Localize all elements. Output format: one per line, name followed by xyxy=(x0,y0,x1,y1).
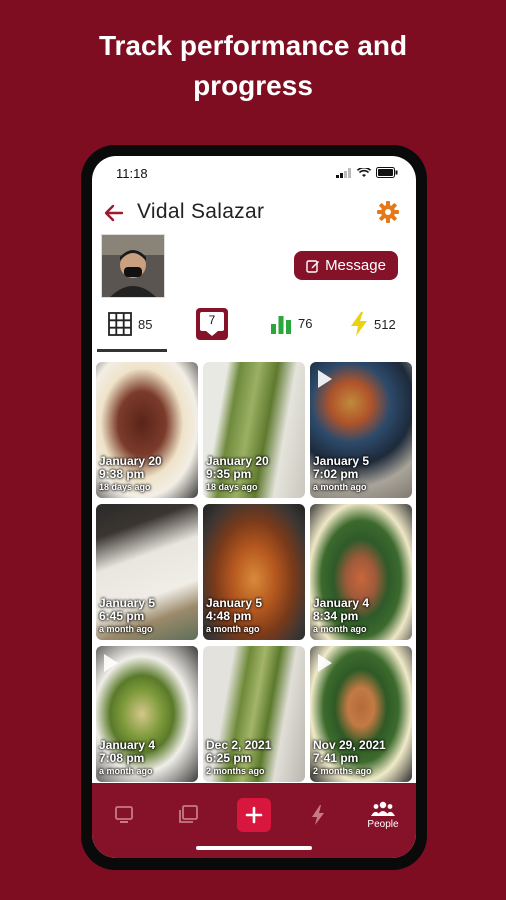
status-time: 11:18 xyxy=(116,166,148,181)
post-time: 8:34 pm xyxy=(313,609,359,623)
bottom-nav: People xyxy=(92,783,416,858)
nav-people-label: People xyxy=(367,818,399,830)
post-ago: 18 days ago xyxy=(99,482,151,492)
tab-energy[interactable]: 512 xyxy=(350,312,396,336)
post-tile[interactable]: January 5 6:45 pm a month ago xyxy=(96,504,198,640)
profile-header: Vidal Salazar xyxy=(92,196,416,232)
nav-add[interactable] xyxy=(234,795,274,835)
stack-icon xyxy=(179,805,198,823)
status-icons xyxy=(336,167,398,178)
post-caption: January 4 7:08 pm a month ago xyxy=(99,739,155,778)
post-caption: Dec 2, 2021 6:25 pm 2 months ago xyxy=(206,739,271,778)
post-time: 4:48 pm xyxy=(206,609,252,623)
post-tile[interactable]: January 20 9:35 pm 18 days ago xyxy=(203,362,305,498)
post-caption: January 4 8:34 pm a month ago xyxy=(313,597,369,636)
post-tile[interactable]: January 4 7:08 pm a month ago xyxy=(96,646,198,782)
post-tile[interactable]: January 4 8:34 pm a month ago xyxy=(310,504,412,640)
post-ago: 18 days ago xyxy=(206,482,258,492)
energy-count: 512 xyxy=(374,316,396,332)
post-time: 9:38 pm xyxy=(99,467,145,481)
post-ago: a month ago xyxy=(313,482,367,492)
post-caption: January 5 7:02 pm a month ago xyxy=(313,455,369,494)
post-ago: 2 months ago xyxy=(206,766,265,776)
post-tile[interactable]: January 5 4:48 pm a month ago xyxy=(203,504,305,640)
nav-energy[interactable] xyxy=(298,795,338,835)
home-indicator xyxy=(196,846,312,850)
nav-people[interactable]: People xyxy=(363,795,403,835)
people-icon xyxy=(371,801,395,816)
gear-icon[interactable] xyxy=(376,200,400,224)
app-screen: 11:18 Vidal Salazar Message 85 7 76 512 … xyxy=(92,156,416,858)
post-tile[interactable]: Nov 29, 2021 7:41 pm 2 months ago xyxy=(310,646,412,782)
grid-icon xyxy=(108,312,132,336)
message-button-label: Message xyxy=(325,257,386,274)
tab-inbox[interactable]: 7 xyxy=(196,308,228,340)
signal-icon xyxy=(336,167,351,178)
post-caption: January 5 6:45 pm a month ago xyxy=(99,597,155,636)
post-ago: 2 months ago xyxy=(313,766,372,776)
tab-stats[interactable]: 76 xyxy=(270,312,312,334)
promo-headline-line2: progress xyxy=(193,70,313,101)
message-button[interactable]: Message xyxy=(294,251,398,280)
avatar[interactable] xyxy=(101,234,165,298)
post-time: 7:41 pm xyxy=(313,751,359,765)
edit-icon xyxy=(306,259,320,273)
post-caption: Nov 29, 2021 7:41 pm 2 months ago xyxy=(313,739,386,778)
promo-headline-line1: Track performance and xyxy=(98,30,408,61)
post-time: 7:08 pm xyxy=(99,751,145,765)
post-caption: January 5 4:48 pm a month ago xyxy=(206,597,262,636)
wifi-icon xyxy=(357,167,371,177)
play-icon xyxy=(104,654,118,672)
post-time: 7:02 pm xyxy=(313,467,359,481)
post-ago: a month ago xyxy=(313,624,367,634)
play-icon xyxy=(318,370,332,388)
post-ago: a month ago xyxy=(99,766,153,776)
back-arrow-icon[interactable] xyxy=(102,201,126,225)
inbox-icon: 7 xyxy=(196,308,228,340)
post-caption: January 20 9:35 pm 18 days ago xyxy=(206,455,269,494)
inbox-count: 7 xyxy=(208,313,216,327)
post-caption: January 20 9:38 pm 18 days ago xyxy=(99,455,162,494)
post-ago: a month ago xyxy=(206,624,260,634)
status-bar: 11:18 xyxy=(92,156,416,190)
lightning-icon xyxy=(351,312,367,336)
active-tab-indicator xyxy=(97,349,167,352)
plus-icon xyxy=(245,806,263,824)
stats-count: 76 xyxy=(298,315,313,331)
stats-bar: 85 7 76 512 xyxy=(92,306,416,350)
post-tile[interactable]: January 20 9:38 pm 18 days ago xyxy=(96,362,198,498)
play-icon xyxy=(318,654,332,672)
add-button[interactable] xyxy=(237,798,271,832)
nav-gallery[interactable] xyxy=(168,795,208,835)
post-time: 9:35 pm xyxy=(206,467,252,481)
monitor-icon xyxy=(115,806,133,823)
nav-feed[interactable] xyxy=(104,795,144,835)
posts-count: 85 xyxy=(138,316,153,332)
post-time: 6:45 pm xyxy=(99,609,145,623)
bar-chart-icon xyxy=(271,316,291,334)
lightning-icon xyxy=(312,805,324,825)
promo-headline: Track performance and progress xyxy=(0,26,506,106)
battery-icon xyxy=(376,167,398,178)
post-tile[interactable]: January 5 7:02 pm a month ago xyxy=(310,362,412,498)
post-ago: a month ago xyxy=(99,624,153,634)
post-time: 6:25 pm xyxy=(206,751,252,765)
profile-name: Vidal Salazar xyxy=(137,200,265,223)
tab-posts[interactable]: 85 xyxy=(108,312,152,336)
avatar-photo xyxy=(102,235,164,297)
post-tile[interactable]: Dec 2, 2021 6:25 pm 2 months ago xyxy=(203,646,305,782)
